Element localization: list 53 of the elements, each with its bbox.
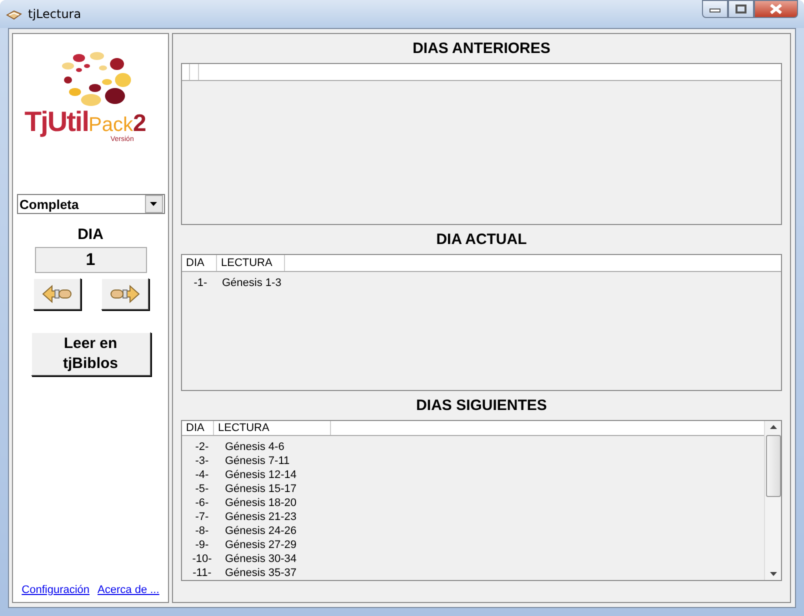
day-cell-text: -6- [194,497,210,509]
reading-cell-text: Génesis 30-34 [224,553,297,565]
day-cell-text: -3- [194,455,210,467]
reading-cell-text: Génesis 35-37 [224,567,297,579]
section-title: DIA ACTUAL [435,230,528,250]
day-cell-text: -2- [194,441,210,453]
hand-pointing-left-icon [42,285,72,303]
section-title: DIAS SIGUIENTES [415,396,548,416]
column-header[interactable]: LECTURA [217,255,285,271]
link[interactable]: Configuración [22,584,90,596]
plan-dropdown[interactable]: Completa [16,194,164,214]
day-value-field: 1 [34,247,146,273]
scrollbar[interactable] [764,421,781,580]
column-header[interactable]: LECTURA [214,421,331,435]
day-cell-text: -1- [192,277,208,289]
day-label: DIA [78,226,104,243]
day-cell-text: -4- [194,469,210,481]
window-title: tjLectura [28,7,82,21]
section-title: DIAS ANTERIORES [412,39,552,59]
logo-name: TjUtil [24,106,88,138]
minimize-button[interactable] [702,0,728,18]
day-cell-text: -5- [194,483,210,495]
reading-cell-text: Génesis 24-26 [224,525,297,537]
logo-suffix: Pack [88,114,133,136]
logo-version-number: 2 [132,110,146,137]
maximize-icon [735,4,747,14]
day-cell-text: -7- [194,511,210,523]
reading-cell-text: Génesis 7-11 [224,455,290,467]
reading-cell-text: Génesis 15-17 [224,483,297,495]
reading-cell-text: Génesis 4-6 [224,441,284,453]
reading-cell-text: Génesis 12-14 [224,469,297,481]
maximize-button[interactable] [728,0,754,18]
close-icon [769,4,783,14]
day-cell-text: -11- [192,567,212,579]
read-button[interactable]: Leer en tjBiblos [30,332,150,376]
reading-cell-text: Génesis 27-29 [224,539,297,551]
day-cell-text: -9- [194,539,210,551]
scroll-down-icon [770,572,776,576]
reading-cell-text: Génesis 18-20 [224,497,297,509]
column-header[interactable]: DIA [182,255,217,271]
next-day-button[interactable] [100,278,148,310]
reading-cell-text: Génesis 21-23 [224,511,297,523]
dropdown-arrow-icon [150,202,157,206]
scroll-thumb[interactable] [766,435,780,497]
reading-cell-text: Génesis 1-3 [221,277,282,289]
link[interactable]: Acerca de ... [98,584,160,596]
day-cell-text: -8- [194,525,210,537]
day-cell-text: -10- [191,553,213,565]
scroll-up-icon [770,425,776,429]
column-header[interactable]: DIA [182,421,214,435]
hand-pointing-right-icon [110,285,140,303]
previous-day-button[interactable] [32,278,80,310]
close-button[interactable] [754,0,798,18]
